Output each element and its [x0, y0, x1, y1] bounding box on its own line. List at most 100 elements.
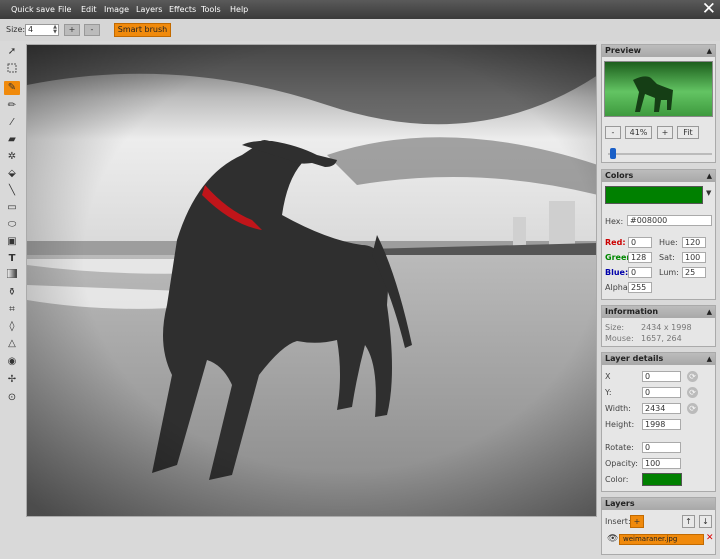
- preview-title: Preview ▲: [602, 45, 715, 57]
- attributes-toolbar: [0, 19, 720, 41]
- reset-icon[interactable]: ⟳: [687, 387, 698, 398]
- height-label: Height:: [605, 420, 635, 429]
- eye-icon[interactable]: 👁: [607, 534, 618, 544]
- collapse-icon[interactable]: ▲: [707, 353, 712, 365]
- width-input[interactable]: 2434: [642, 403, 681, 414]
- eraser-tool-icon[interactable]: ▰: [4, 133, 20, 147]
- menu-help[interactable]: Help: [230, 5, 248, 14]
- rect-select-tool-icon[interactable]: [4, 63, 20, 77]
- menu-bar: Quick save File Edit Image Layers Effect…: [0, 0, 720, 19]
- pencil-tool-icon[interactable]: ✏: [4, 99, 20, 113]
- rotate-input[interactable]: 0: [642, 442, 681, 453]
- desaturate-tool-icon[interactable]: ◉: [4, 355, 20, 369]
- zoom-slider[interactable]: [608, 153, 712, 155]
- alpha-input[interactable]: 255: [628, 282, 652, 293]
- insert-label: Insert:: [605, 517, 631, 526]
- rotate-label: Rotate:: [605, 443, 634, 452]
- size-plus-button[interactable]: +: [64, 24, 80, 36]
- menu-image[interactable]: Image: [104, 5, 129, 14]
- fit-button[interactable]: Fit: [677, 126, 699, 139]
- preview-thumbnail[interactable]: [604, 61, 713, 117]
- reset-icon[interactable]: ⟳: [687, 403, 698, 414]
- y-label: Y:: [605, 388, 612, 397]
- mouse-info-label: Mouse:: [605, 334, 634, 343]
- chevron-down-icon[interactable]: ▼: [706, 189, 711, 197]
- line-tool-icon[interactable]: ╲: [4, 184, 20, 198]
- close-icon[interactable]: ✕: [702, 1, 716, 18]
- zoom-slider-handle[interactable]: [610, 148, 617, 159]
- x-label: X: [605, 372, 611, 381]
- smart-brush-button[interactable]: Smart brush: [114, 23, 171, 37]
- mouse-info-value: 1657, 264: [641, 334, 682, 343]
- rectangle-tool-icon[interactable]: ▭: [4, 201, 20, 215]
- height-input[interactable]: 1998: [642, 419, 681, 430]
- sat-input[interactable]: 100: [682, 252, 706, 263]
- reset-icon[interactable]: ⟳: [687, 371, 698, 382]
- lum-input[interactable]: 25: [682, 267, 706, 278]
- blue-label: Blue:: [605, 268, 629, 277]
- green-input[interactable]: 128: [628, 252, 652, 263]
- image-tool-icon[interactable]: ▣: [4, 235, 20, 249]
- layer-color-swatch[interactable]: [642, 473, 682, 486]
- blur-tool-icon[interactable]: ◊: [4, 320, 20, 334]
- collapse-icon[interactable]: ▲: [707, 45, 712, 57]
- size-input[interactable]: 4 ▲ ▼: [25, 24, 59, 36]
- text-tool-icon[interactable]: T: [4, 252, 20, 266]
- color-label: Color:: [605, 475, 629, 484]
- size-info-value: 2434 x 1998: [641, 323, 692, 332]
- spinner-icon[interactable]: ▲ ▼: [53, 25, 57, 35]
- lum-label: Lum:: [659, 268, 679, 277]
- fill-tool-icon[interactable]: ⬙: [4, 167, 20, 181]
- hex-input[interactable]: #008000: [627, 215, 712, 226]
- clone-tool-icon[interactable]: ⚱: [4, 286, 20, 300]
- layer-item[interactable]: weimaraner.jpg: [619, 534, 704, 545]
- color-picker-tool-icon[interactable]: ⁄: [4, 116, 20, 130]
- y-input[interactable]: 0: [642, 387, 681, 398]
- layers-title: Layers: [602, 498, 715, 510]
- tools-panel: ➚ ✎ ✏ ⁄ ▰ ✲ ⬙ ╲ ▭ ⬭ ▣ T ⚱ ⌗ ◊ △ ◉ ✢ ⊙: [0, 43, 24, 413]
- x-input[interactable]: 0: [642, 371, 681, 382]
- zoom-level: 41%: [625, 126, 652, 139]
- blue-input[interactable]: 0: [628, 267, 652, 278]
- animation-tool-icon[interactable]: ⊙: [4, 391, 20, 405]
- colors-title: Colors ▲: [602, 170, 715, 182]
- size-label: Size:: [6, 25, 26, 34]
- opacity-label: Opacity:: [605, 459, 638, 468]
- move-layer-up-button[interactable]: ↑: [682, 515, 695, 528]
- move-layer-down-button[interactable]: ↓: [699, 515, 712, 528]
- select-tool-icon[interactable]: ➚: [4, 45, 20, 59]
- width-label: Width:: [605, 404, 631, 413]
- zoom-in-button[interactable]: +: [657, 126, 673, 139]
- hue-label: Hue:: [659, 238, 678, 247]
- layer-details-panel: Layer details ▲ X 0 ⟳ Y: 0 ⟳ Width: 2434 …: [601, 352, 716, 492]
- insert-layer-button[interactable]: +: [630, 515, 644, 528]
- crop-tool-icon[interactable]: ⌗: [4, 303, 20, 317]
- zoom-out-button[interactable]: -: [605, 126, 621, 139]
- information-title: Information ▲: [602, 306, 715, 318]
- delete-layer-icon[interactable]: ✕: [706, 533, 714, 543]
- menu-file[interactable]: File: [58, 5, 71, 14]
- layers-panel: Layers Insert: + ↑ ↓ 👁 weimaraner.jpg ✕: [601, 497, 716, 555]
- menu-edit[interactable]: Edit: [81, 5, 97, 14]
- sharpen-tool-icon[interactable]: △: [4, 337, 20, 351]
- collapse-icon[interactable]: ▲: [707, 170, 712, 182]
- opacity-input[interactable]: 100: [642, 458, 681, 469]
- hue-input[interactable]: 120: [682, 237, 706, 248]
- red-input[interactable]: 0: [628, 237, 652, 248]
- preview-panel: Preview ▲ - 41% + Fit: [601, 44, 716, 163]
- bulge-tool-icon[interactable]: ✢: [4, 373, 20, 387]
- magic-wand-tool-icon[interactable]: ✲: [4, 150, 20, 164]
- gradient-tool-icon[interactable]: [4, 268, 20, 283]
- menu-effects[interactable]: Effects: [169, 5, 196, 14]
- layer-details-title: Layer details ▲: [602, 353, 715, 365]
- collapse-icon[interactable]: ▲: [707, 306, 712, 318]
- menu-layers[interactable]: Layers: [136, 5, 162, 14]
- ellipse-tool-icon[interactable]: ⬭: [4, 218, 20, 232]
- size-minus-button[interactable]: -: [84, 24, 100, 36]
- size-info-label: Size:: [605, 323, 625, 332]
- brush-tool-icon[interactable]: ✎: [4, 81, 20, 95]
- image-canvas[interactable]: [26, 44, 597, 517]
- menu-tools[interactable]: Tools: [201, 5, 221, 14]
- menu-quick-save[interactable]: Quick save: [11, 5, 55, 14]
- color-swatch[interactable]: [605, 186, 703, 204]
